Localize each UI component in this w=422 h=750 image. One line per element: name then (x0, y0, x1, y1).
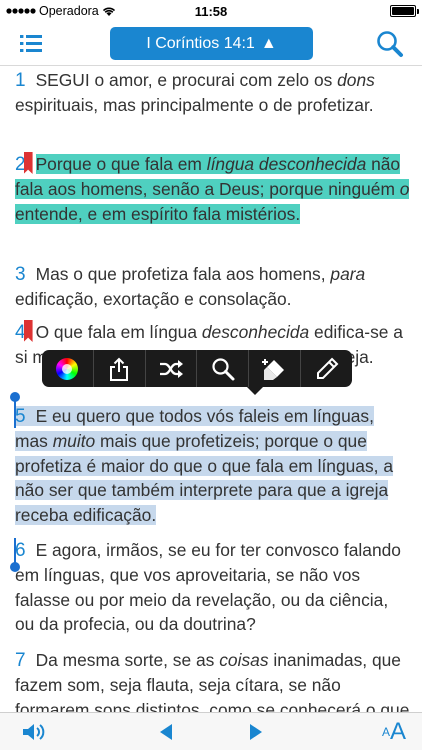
verse-5[interactable]: 5E eu quero que todos vós faleis em líng… (15, 404, 410, 527)
audio-button[interactable] (20, 720, 48, 744)
font-size-button[interactable]: AA (378, 720, 410, 744)
list-menu-icon (20, 35, 42, 52)
color-wheel-icon (56, 357, 79, 380)
font-size-large-icon: A (390, 718, 407, 745)
selection-start-handle[interactable] (10, 392, 20, 428)
previous-chapter-button[interactable] (156, 720, 176, 744)
highlight-color-button[interactable] (42, 350, 94, 387)
next-chapter-button[interactable] (246, 720, 266, 744)
verse-1[interactable]: 1 SEGUI o amor, e procurai com zelo os do… (15, 68, 410, 118)
verse-number: 3 (15, 264, 26, 285)
bottom-toolbar: AA (0, 712, 422, 750)
search-button[interactable] (374, 28, 406, 60)
menu-button[interactable] (14, 31, 46, 57)
verse-number: 6 (15, 540, 26, 561)
share-button[interactable] (94, 350, 146, 387)
font-size-small-icon: A (381, 725, 390, 739)
shuffle-icon (160, 359, 184, 378)
verse-number: 7 (15, 650, 26, 671)
bookmark-icon (23, 320, 33, 342)
triangle-left-icon (160, 724, 172, 740)
highlighted-text: Porque o que fala em língua desconhecida… (15, 154, 410, 224)
nav-bar: I Coríntios 14:1 ▲ (0, 22, 422, 66)
chapter-reference-button[interactable]: I Coríntios 14:1 ▲ (110, 27, 313, 60)
verse-6[interactable]: 6E agora, irmãos, se eu for ter convosco… (15, 538, 410, 637)
highlighter-button[interactable] (249, 350, 302, 387)
bookmark-icon (23, 152, 33, 174)
pencil-icon (316, 357, 338, 379)
shuffle-button[interactable] (146, 350, 198, 387)
share-icon (110, 357, 129, 381)
verse-number: 1 (15, 70, 26, 91)
verse-3[interactable]: 3 Mas o que profetiza fala aos homens, pa… (15, 262, 410, 312)
battery-icon (390, 5, 419, 17)
chevron-up-icon: ▲ (260, 34, 277, 52)
verse-2[interactable]: 2 Porque o que fala em língua desconhecid… (15, 152, 410, 226)
search-icon (212, 357, 235, 380)
lookup-button[interactable] (197, 350, 250, 387)
speaker-icon (23, 724, 45, 740)
status-bar: Operadora 11:58 (0, 0, 422, 22)
chapter-text[interactable]: 1 SEGUI o amor, e procurai com zelo os do… (0, 66, 422, 712)
selection-toolbar (42, 350, 352, 395)
search-icon (377, 31, 403, 57)
triangle-right-icon (250, 724, 262, 740)
status-time: 11:58 (194, 4, 228, 19)
chapter-reference-label: I Coríntios 14:1 (146, 34, 255, 52)
verse-7[interactable]: 7 Da mesma sorte, se as coisas inanimadas… (15, 648, 410, 712)
selected-text: 5E eu quero que todos vós faleis em líng… (15, 406, 394, 525)
verse-number: 5 (15, 406, 26, 427)
highlighter-icon (261, 358, 284, 380)
selection-end-handle[interactable] (10, 538, 20, 572)
note-button[interactable] (301, 350, 352, 387)
